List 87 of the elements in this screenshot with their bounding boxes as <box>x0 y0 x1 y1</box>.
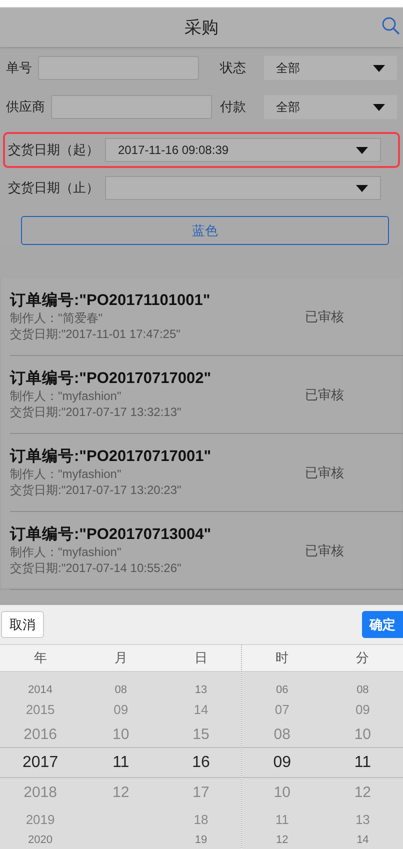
picker-option[interactable]: 12 <box>80 778 162 808</box>
picker-option[interactable]: 14 <box>161 698 241 722</box>
picker-option[interactable]: 2018 <box>0 778 81 808</box>
order-row[interactable]: 订单编号:"PO20171101001" 制作人："简爱春" 交货日期:"2017-11-01 17:47:25" 已审核 <box>10 278 403 356</box>
order-row[interactable]: 订单编号:"PO20170717001" 制作人："myfashion" 交货日期:"2017-07-17 13:20:23" 已审核 <box>10 434 403 512</box>
picker-option[interactable]: 15 <box>161 722 241 748</box>
date-value: 2017-11-16 09:08:39 <box>118 142 229 159</box>
order-number: 订单编号:"PO20170717001" <box>10 447 212 466</box>
field-label: 状态 <box>220 59 246 78</box>
page-title: 采购 <box>184 16 218 39</box>
order-maker: 制作人："myfashion" <box>10 466 122 482</box>
picker-option[interactable]: 10 <box>80 722 162 748</box>
picker-option[interactable]: 09 <box>80 698 162 722</box>
input-field[interactable] <box>38 56 199 80</box>
picker-option[interactable]: 06 <box>242 682 322 698</box>
picker-option[interactable]: 14 <box>322 832 403 848</box>
order-date: 交货日期:"2017-07-14 10:55:26" <box>10 560 182 576</box>
picker-option[interactable]: 13 <box>161 682 241 698</box>
picker-wheel[interactable]: 13 14 15 16 17 18 19 <box>161 672 241 849</box>
picker-option[interactable]: 08 <box>322 682 403 698</box>
order-status: 已审核 <box>305 386 345 404</box>
field-label: 单号 <box>6 59 32 78</box>
picker-option[interactable]: 11 <box>80 748 162 778</box>
picker-option[interactable]: 09 <box>242 748 322 778</box>
picker-option[interactable]: 2019 <box>0 808 81 832</box>
picker-option[interactable]: 12 <box>322 778 403 808</box>
field-label: 付款 <box>220 98 246 116</box>
column-heading: 日 <box>161 645 241 672</box>
order-number: 订单编号:"PO20170717002" <box>10 369 212 388</box>
column-heading: 分 <box>322 645 403 672</box>
picker-wheel[interactable]: 08 09 10 11 12 13 14 <box>322 672 403 849</box>
cancel-button[interactable]: 取消 <box>1 611 44 638</box>
order-number: 订单编号:"PO20171101001" <box>10 291 212 310</box>
column-heading: 月 <box>80 645 162 672</box>
column-heading: 年 <box>0 645 81 672</box>
picker-option[interactable]: 11 <box>242 808 322 832</box>
picker-option[interactable]: 13 <box>322 808 403 832</box>
picker-option[interactable]: 2016 <box>0 722 81 748</box>
order-date: 交货日期:"2017-07-17 13:32:13" <box>10 404 182 420</box>
order-status: 已审核 <box>305 464 345 482</box>
order-row[interactable]: 订单编号:"PO20170713004" 制作人："myfashion" 交货日期:"2017-07-14 10:55:26" 已审核 <box>10 512 403 590</box>
dropdown-field[interactable]: 全部 <box>264 56 397 80</box>
picker-option[interactable]: 09 <box>322 698 403 722</box>
picker-option[interactable]: 16 <box>161 748 241 778</box>
column-heading: 时 <box>242 645 322 672</box>
order-maker: 制作人："myfashion" <box>10 388 122 404</box>
field-label: 交货日期（止） <box>8 179 99 198</box>
caret-icon <box>356 146 368 154</box>
picker-option[interactable]: 2014 <box>0 682 81 698</box>
dropdown-value: 全部 <box>276 60 300 77</box>
search-icon[interactable] <box>381 16 401 36</box>
caret-icon <box>373 64 385 72</box>
picker-option[interactable]: 11 <box>322 748 403 778</box>
picker-option[interactable]: 08 <box>80 682 162 698</box>
picker-option[interactable]: 17 <box>161 778 241 808</box>
date-field[interactable]: 2017-11-16 09:08:39 <box>105 138 381 162</box>
dropdown-field[interactable]: 全部 <box>264 95 397 119</box>
order-date: 交货日期:"2017-07-17 13:20:23" <box>10 482 182 498</box>
caret-icon <box>373 104 385 110</box>
order-status: 已审核 <box>305 308 345 326</box>
picker-option[interactable]: 10 <box>322 722 403 748</box>
picker-wheel[interactable]: 2014 2015 2016 2017 2018 2019 2020 <box>0 672 81 849</box>
order-maker: 制作人："简爱春" <box>10 310 104 326</box>
picker-wheel[interactable]: 08 09 10 11 12 <box>80 672 162 849</box>
picker-option[interactable]: 12 <box>242 832 322 848</box>
picker-option[interactable]: 08 <box>242 722 322 748</box>
order-maker: 制作人："myfashion" <box>10 544 122 560</box>
search-button[interactable]: 蓝色 <box>21 216 389 245</box>
order-date: 交货日期:"2017-11-01 17:47:25" <box>10 326 182 342</box>
date-field[interactable] <box>105 176 381 200</box>
picker-option[interactable]: 2020 <box>0 832 81 848</box>
picker-wheel[interactable]: 06 07 08 09 10 11 12 <box>242 672 322 849</box>
order-number: 订单编号:"PO20170713004" <box>10 525 212 544</box>
dropdown-value: 全部 <box>276 99 300 116</box>
picker-option[interactable]: 10 <box>242 778 322 808</box>
order-row[interactable]: 订单编号:"PO20170717002" 制作人："myfashion" 交货日期:"2017-07-17 13:32:13" 已审核 <box>10 356 403 434</box>
caret-icon <box>356 184 368 192</box>
field-label: 供应商 <box>6 98 45 116</box>
picker-option[interactable]: 07 <box>242 698 322 722</box>
input-field[interactable] <box>51 95 212 119</box>
picker-option[interactable]: 19 <box>161 832 241 848</box>
picker-option[interactable]: 2015 <box>0 698 81 722</box>
field-label: 交货日期（起） <box>8 141 99 160</box>
picker-option[interactable]: 2017 <box>0 748 81 778</box>
order-status: 已审核 <box>305 542 345 560</box>
picker-option[interactable]: 18 <box>161 808 241 832</box>
confirm-button[interactable]: 确定 <box>362 611 403 638</box>
